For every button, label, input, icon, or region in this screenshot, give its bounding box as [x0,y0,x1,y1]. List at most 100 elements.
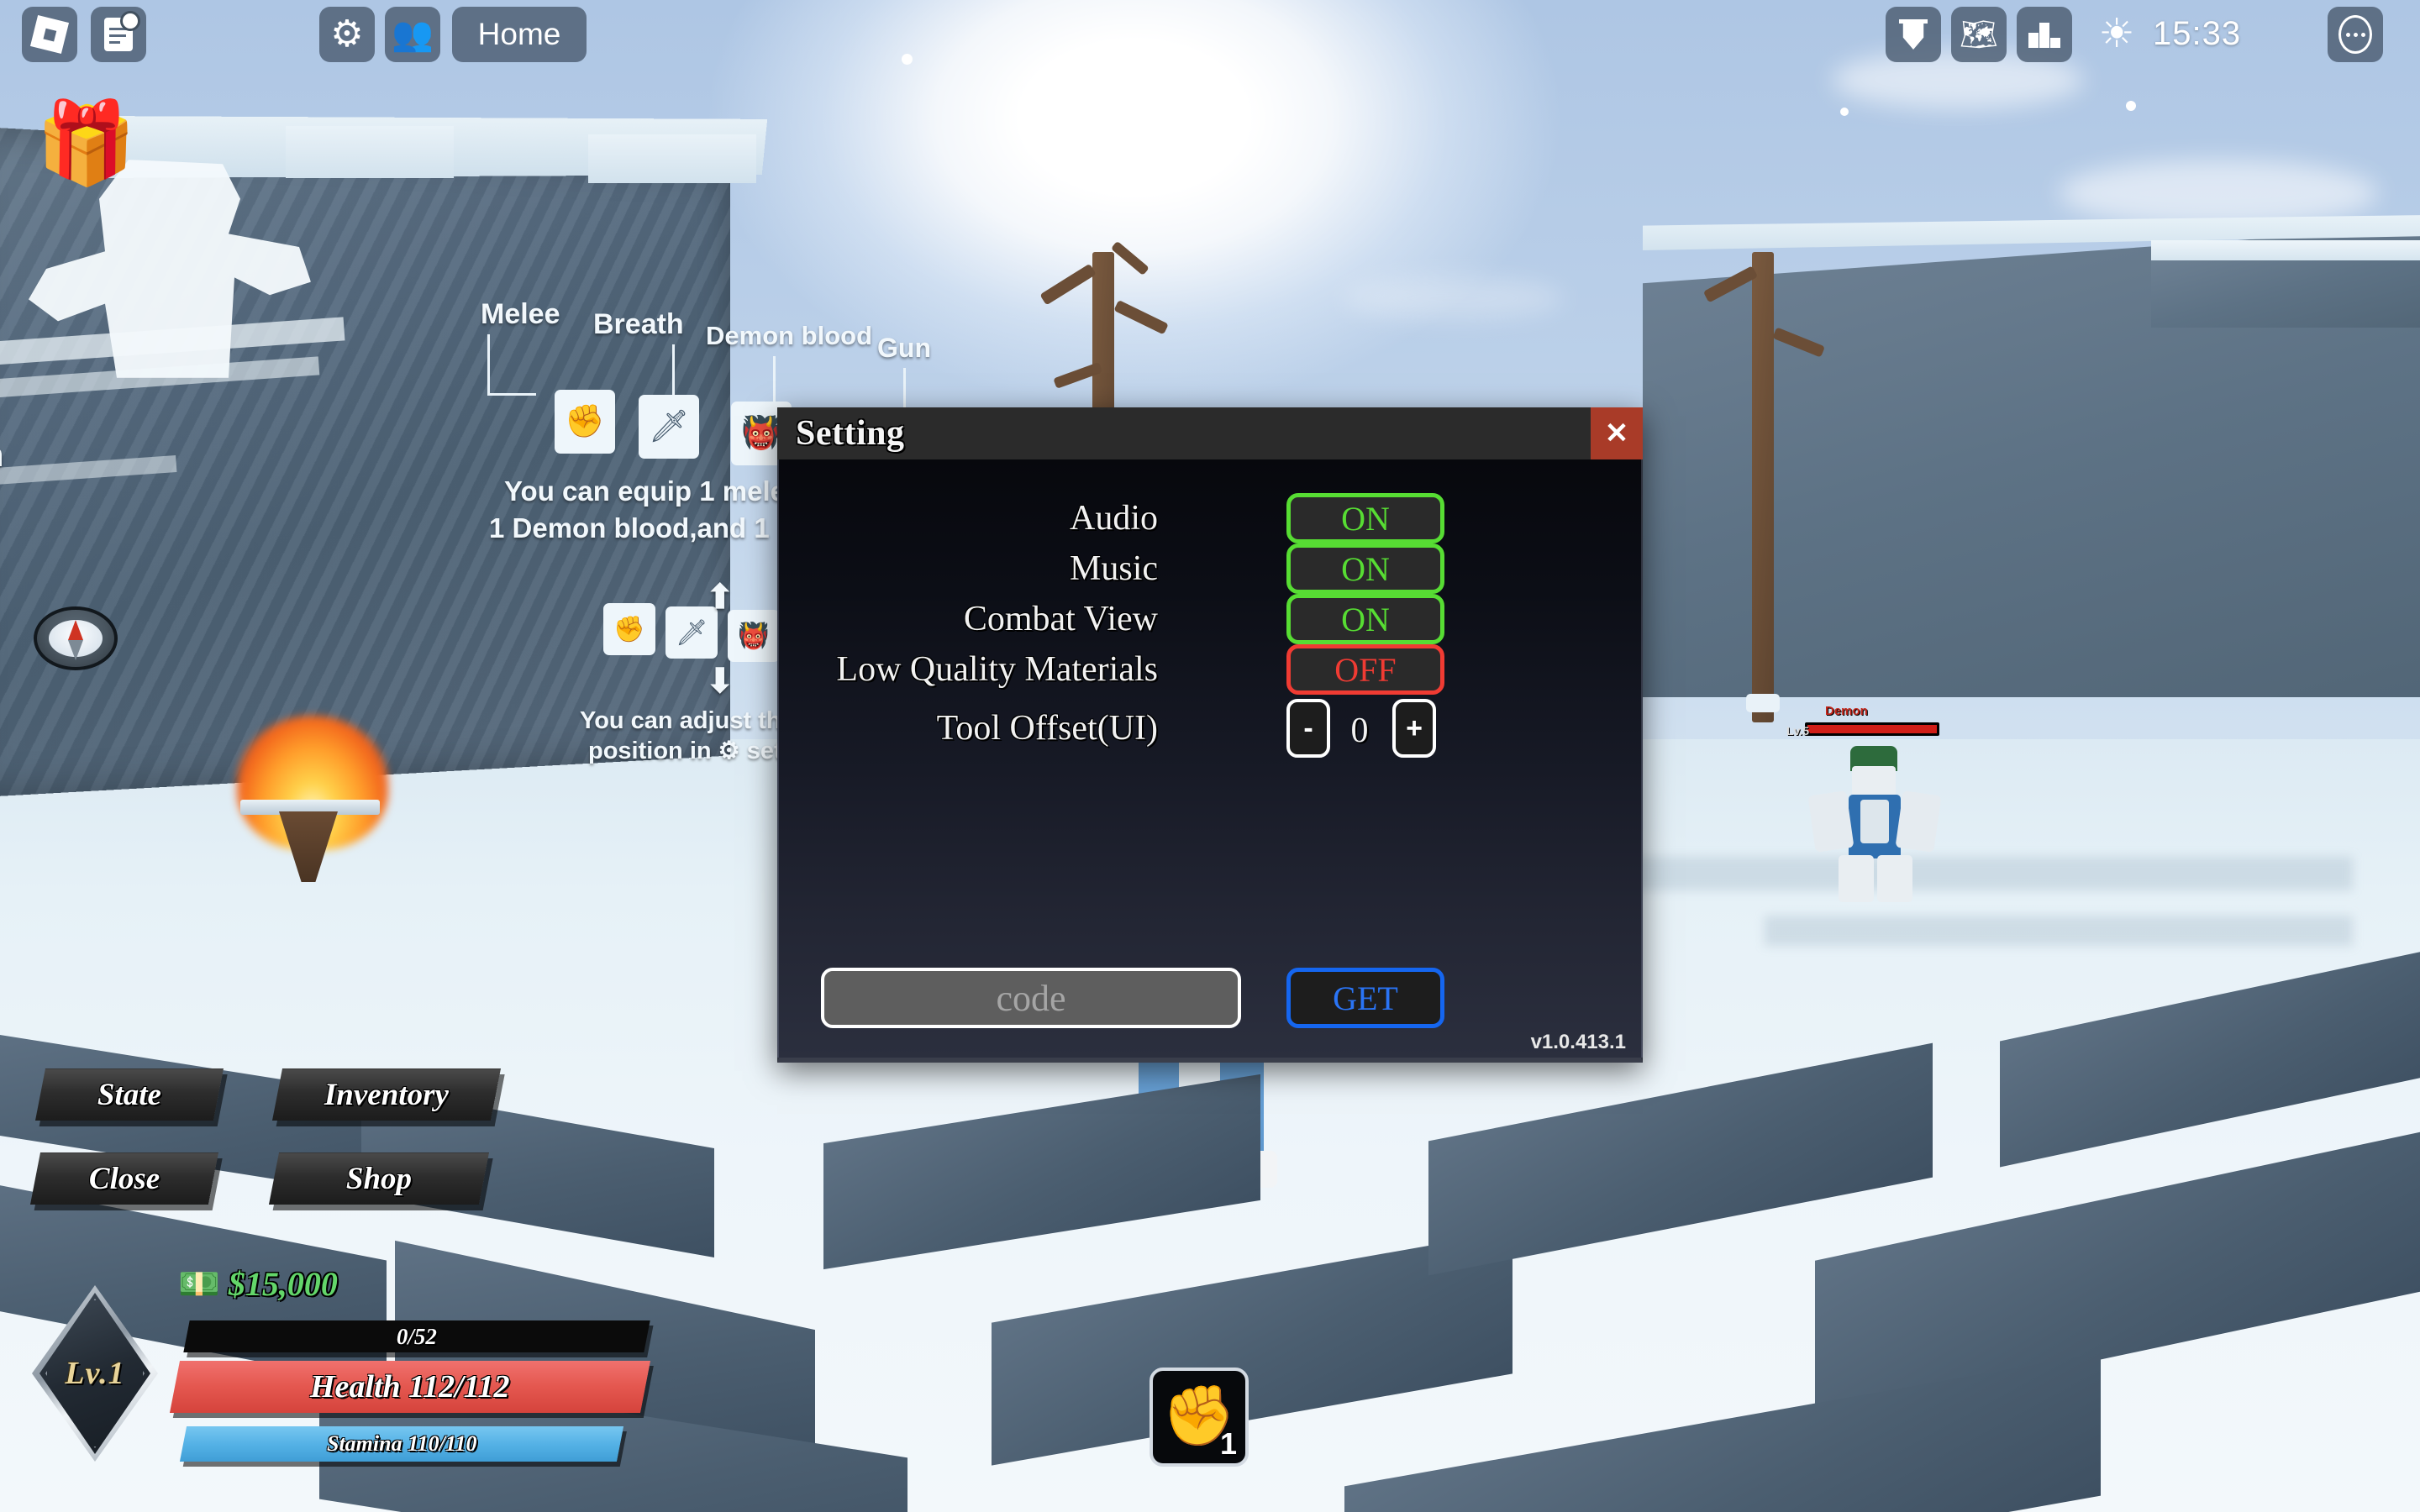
enemy-npc: Demon Lv.5 [1786,704,1958,907]
billboard-leader-line [487,334,490,395]
music-label: Music [1070,549,1158,588]
enemy-head [1852,766,1896,796]
cloud [1344,277,1563,319]
close-menu-button[interactable]: Close [29,1152,219,1205]
billboard-arrow-up-icon: ⬆ [706,579,734,616]
minus-icon: - [1303,711,1313,744]
tool-offset-increase-button[interactable]: + [1392,699,1436,758]
billboard-label-melee: Melee [481,298,560,330]
billboard-leader-line [487,393,536,396]
tool-offset-label: Tool Offset(UI) [936,709,1158,748]
gift-box-icon[interactable]: 🎁 [34,91,139,196]
close-icon[interactable]: ✕ [1591,407,1643,459]
enemy-arm-left [1807,790,1854,853]
get-label: GET [1333,979,1398,1017]
money-display: 💵 $15,000 [178,1264,338,1304]
billboard-equip-text-2: 1 Demon blood,and 1 [489,512,770,543]
sky-speck [2126,101,2136,111]
close-menu-label: Close [88,1162,160,1196]
tree-trunk [1752,252,1774,722]
stone-wall-right-block [2151,252,2420,328]
compass-face [49,620,103,660]
settings-dialog: Setting ✕ Audio ON Music ON Combat View … [777,407,1643,1063]
audio-toggle[interactable]: ON [1286,493,1444,543]
inventory-label: Inventory [324,1078,449,1112]
billboard-partial-word: n [0,437,3,475]
roblox-logo-icon [29,14,70,55]
map-button[interactable]: 🗺 [1951,7,2007,62]
low-quality-materials-toggle[interactable]: OFF [1286,644,1444,695]
billboard-label-gun: Gun [877,333,931,363]
enemy-leg-left [1839,855,1874,902]
music-toggle-value: ON [1341,549,1390,588]
code-placeholder: code [996,977,1066,1019]
combat-view-toggle[interactable]: ON [1286,594,1444,644]
level-badge: Lv.1 [32,1285,158,1462]
billboard-notch [286,126,454,178]
notification-feed-icon [104,11,140,51]
people-icon: 👥 [392,15,434,53]
money-amount: $15,000 [228,1265,338,1303]
roblox-logo-button[interactable] [22,7,77,62]
settings-title: Setting [796,414,905,453]
inventory-button[interactable]: Inventory [271,1068,502,1121]
tool-offset-decrease-button[interactable]: - [1286,699,1330,758]
more-menu-button[interactable] [2328,7,2383,62]
podium-icon [2028,21,2060,48]
game-time: 15:33 [2153,15,2242,52]
banner-button[interactable] [1886,7,1941,62]
compass-icon [34,606,118,670]
health-bar: Health 112/112 [169,1361,651,1413]
setting-row-audio: Audio ON [779,493,1641,543]
enemy-leg-right [1877,855,1912,902]
state-label: State [97,1078,161,1112]
billboard-leader-line [773,356,776,403]
setting-row-low-quality-materials: Low Quality Materials OFF [779,644,1641,695]
banner-scroll-icon [1899,19,1928,50]
low-quality-materials-toggle-value: OFF [1334,650,1397,689]
home-label: Home [477,17,561,51]
enemy-name-label: Demon [1825,704,1868,718]
home-button[interactable]: Home [452,7,587,62]
leaderboard-button[interactable] [2017,7,2072,62]
hotbar-slot-1[interactable]: ✊ 1 [1150,1368,1249,1467]
exp-bar: 0/52 [183,1320,650,1352]
ground-shade [1597,857,2353,890]
billboard-notch [588,134,756,183]
billboard-sword-icon: 🗡 [639,395,699,459]
tool-offset-value: 0 [1350,711,1369,750]
exp-label: 0/52 [396,1323,437,1349]
billboard-label-demon-blood: Demon blood [706,321,873,350]
hotbar-slot-number: 1 [1219,1426,1237,1461]
state-button[interactable]: State [34,1068,224,1121]
setting-row-tool-offset: Tool Offset(UI) - 0 + [779,699,1641,758]
game-settings-button[interactable]: ⚙ [319,7,375,62]
low-quality-materials-label: Low Quality Materials [836,650,1158,689]
billboard-arrow-down-icon: ⬇ [706,663,734,700]
cash-stack-icon: 💵 [178,1264,220,1303]
setting-row-combat-view: Combat View ON [779,594,1641,644]
ellipsis-icon [2338,15,2372,54]
billboard2-fist-icon: ✊ [603,603,655,655]
sky-speck [1840,108,1849,116]
combat-view-toggle-value: ON [1341,600,1390,638]
tree-snow-cap [1746,694,1780,712]
weather-sun-icon: ☀ [2098,12,2135,56]
billboard-fist-icon: ✊ [555,390,615,454]
level-label: Lv.1 [65,1356,125,1391]
roblox-topbar: ⚙ 👥 Home 🗺 ☀ 15:33 [0,0,2420,72]
enemy-health-bar [1805,722,1939,736]
audio-toggle-value: ON [1341,499,1390,538]
billboard-equip-text-1: You can equip 1 melee, [504,475,809,507]
get-code-button[interactable]: GET [1286,968,1444,1028]
people-button[interactable]: 👥 [385,7,440,62]
billboard2-demon-icon: 👹 [728,610,780,662]
settings-titlebar: Setting ✕ [777,407,1643,459]
notifications-button[interactable] [91,7,146,62]
billboard-label-breath: Breath [593,308,684,340]
code-input[interactable]: code [821,968,1241,1028]
gift-glyph: 🎁 [35,97,137,188]
shop-button[interactable]: Shop [268,1152,490,1205]
ground-shade [1765,916,2353,946]
music-toggle[interactable]: ON [1286,543,1444,594]
